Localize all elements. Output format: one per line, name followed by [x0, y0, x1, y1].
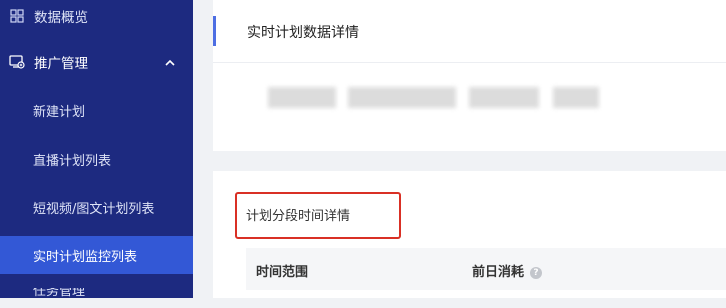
sidebar-item-video-plan-list[interactable]: 短视频/图文计划列表: [0, 189, 193, 225]
blurred-content: [348, 87, 456, 108]
title-accent-bar: [213, 16, 216, 46]
help-icon[interactable]: ?: [530, 266, 543, 279]
sidebar-item-data-overview[interactable]: 数据概览: [0, 0, 193, 34]
sidebar-item-label: 实时计划监控列表: [33, 249, 138, 265]
sidebar-item-label: 直播计划列表: [33, 153, 112, 169]
promotion-icon: [8, 53, 26, 71]
card-title: 实时计划数据详情: [247, 25, 359, 41]
sidebar-item-label: 数据概览: [34, 10, 88, 26]
sidebar-item-label: 任务管理: [33, 288, 86, 299]
sidebar: 数据概览 推广管理 新建计划 直播计划列表 短视频/图文计划列表 实时计划监控列…: [0, 0, 193, 299]
divider: [213, 62, 726, 63]
sidebar-item-live-plan-list[interactable]: 直播计划列表: [0, 141, 193, 177]
blurred-content: [469, 87, 539, 108]
segment-detail-card: 计划分段时间详情 时间范围 前日消耗?: [213, 171, 726, 298]
column-header-time-range: 时间范围: [256, 265, 309, 280]
realtime-data-card: 实时计划数据详情: [213, 0, 726, 151]
sidebar-item-label: 短视频/图文计划列表: [33, 201, 155, 217]
blurred-content: [553, 87, 599, 108]
table-header: 时间范围 前日消耗?: [246, 248, 726, 290]
blurred-content: [268, 87, 336, 108]
sidebar-item-task-management[interactable]: 任务管理: [0, 288, 193, 308]
sidebar-item-realtime-monitor[interactable]: 实时计划监控列表: [0, 236, 193, 274]
sidebar-item-label: 新建计划: [33, 104, 86, 120]
sidebar-item-new-plan[interactable]: 新建计划: [0, 92, 193, 128]
column-header-previous-day-spend: 前日消耗?: [472, 261, 543, 280]
column-header-label: 前日消耗: [472, 265, 525, 280]
sidebar-item-label: 推广管理: [34, 56, 88, 72]
main-content: 实时计划数据详情 计划分段时间详情 时间范围 前日消耗?: [193, 0, 726, 298]
highlight-box: [235, 192, 401, 239]
sidebar-item-promotion[interactable]: 推广管理: [0, 44, 193, 80]
grid-icon: [8, 7, 26, 25]
chevron-up-icon[interactable]: [165, 56, 175, 71]
